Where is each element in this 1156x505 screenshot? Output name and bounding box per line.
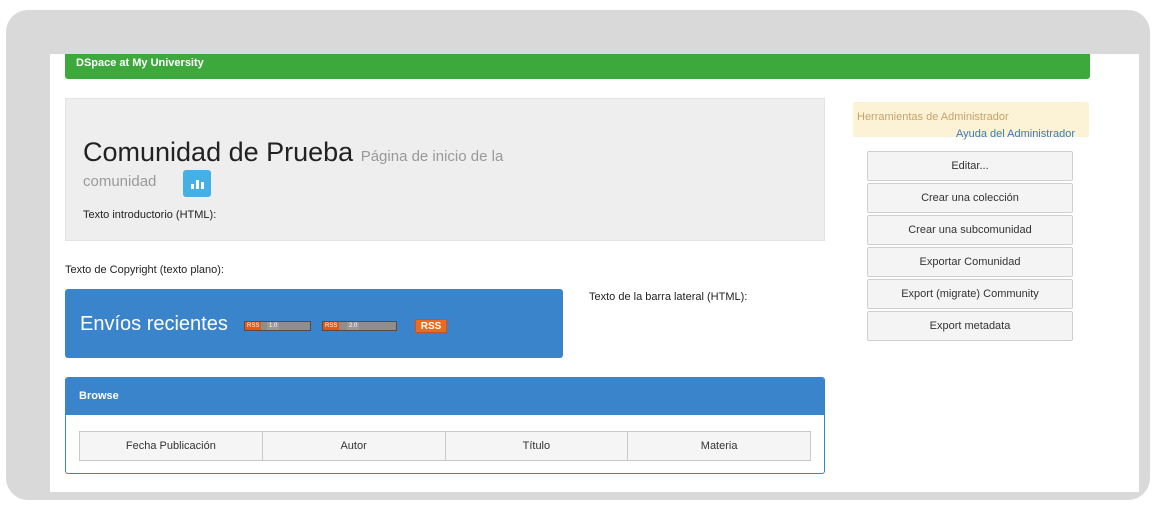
export-community-button[interactable]: Exportar Comunidad xyxy=(867,247,1073,277)
recent-submissions-panel: Envíos recientes RSS 1.0 RSS 2.0 RSS xyxy=(65,289,563,358)
bar-chart-icon xyxy=(190,184,194,189)
community-title: Comunidad de Prueba Página de inicio de … xyxy=(83,137,683,172)
create-collection-button[interactable]: Crear una colección xyxy=(867,183,1073,213)
intro-text: Texto introductorio (HTML): xyxy=(83,209,217,221)
browse-panel-title: Browse xyxy=(66,378,824,415)
sidebar-text: Texto de la barra lateral (HTML): xyxy=(589,291,748,303)
browse-panel: Browse Fecha Publicación Autor Título Ma… xyxy=(65,377,825,474)
feed-badge-version: 1.0 xyxy=(267,322,280,330)
site-header[interactable]: DSpace at My University xyxy=(65,54,1090,79)
rss-1-feed-badge[interactable]: RSS 1.0 xyxy=(244,321,311,331)
browse-by-date-button[interactable]: Fecha Publicación xyxy=(79,431,263,461)
community-name: Comunidad de Prueba xyxy=(83,137,354,167)
browse-by-author-button[interactable]: Autor xyxy=(262,431,446,461)
edit-button[interactable]: Editar... xyxy=(867,151,1073,181)
bar-chart-icon-bar xyxy=(195,180,199,189)
admin-help-link[interactable]: Ayuda del Administrador xyxy=(956,128,1075,140)
export-migrate-community-button[interactable]: Export (migrate) Community xyxy=(867,279,1073,309)
browser-viewport: DSpace at My University Comunidad de Pru… xyxy=(50,54,1139,492)
browse-button-group: Fecha Publicación Autor Título Materia xyxy=(79,431,811,461)
statistics-button[interactable] xyxy=(183,170,211,197)
screenshot-frame: DSpace at My University Comunidad de Pru… xyxy=(6,10,1150,500)
rss-feed-button[interactable]: RSS xyxy=(415,319,447,333)
community-header: Comunidad de Prueba Página de inicio de … xyxy=(65,98,825,241)
community-subtitle-continued: comunidad xyxy=(83,173,157,190)
browse-by-subject-button[interactable]: Materia xyxy=(628,431,811,461)
community-subtitle: Página de inicio de la xyxy=(360,148,504,165)
feed-badge-version: 2.0 xyxy=(347,322,360,330)
admin-tools-header: Herramientas de Administrador Ayuda del … xyxy=(853,102,1089,140)
copyright-text: Texto de Copyright (texto plano): xyxy=(65,264,224,276)
export-metadata-button[interactable]: Export metadata xyxy=(867,311,1073,341)
admin-tools-panel: Herramientas de Administrador Ayuda del … xyxy=(853,102,1089,352)
feed-badge-label: RSS xyxy=(323,322,340,330)
bar-chart-icon-bar xyxy=(200,182,204,189)
create-subcommunity-button[interactable]: Crear una subcomunidad xyxy=(867,215,1073,245)
browse-by-title-button[interactable]: Título xyxy=(445,431,629,461)
admin-tools-title: Herramientas de Administrador xyxy=(857,111,1009,123)
feed-badge-label: RSS xyxy=(245,322,262,330)
rss-2-feed-badge[interactable]: RSS 2.0 xyxy=(322,321,397,331)
recent-submissions-title: Envíos recientes xyxy=(80,313,228,335)
